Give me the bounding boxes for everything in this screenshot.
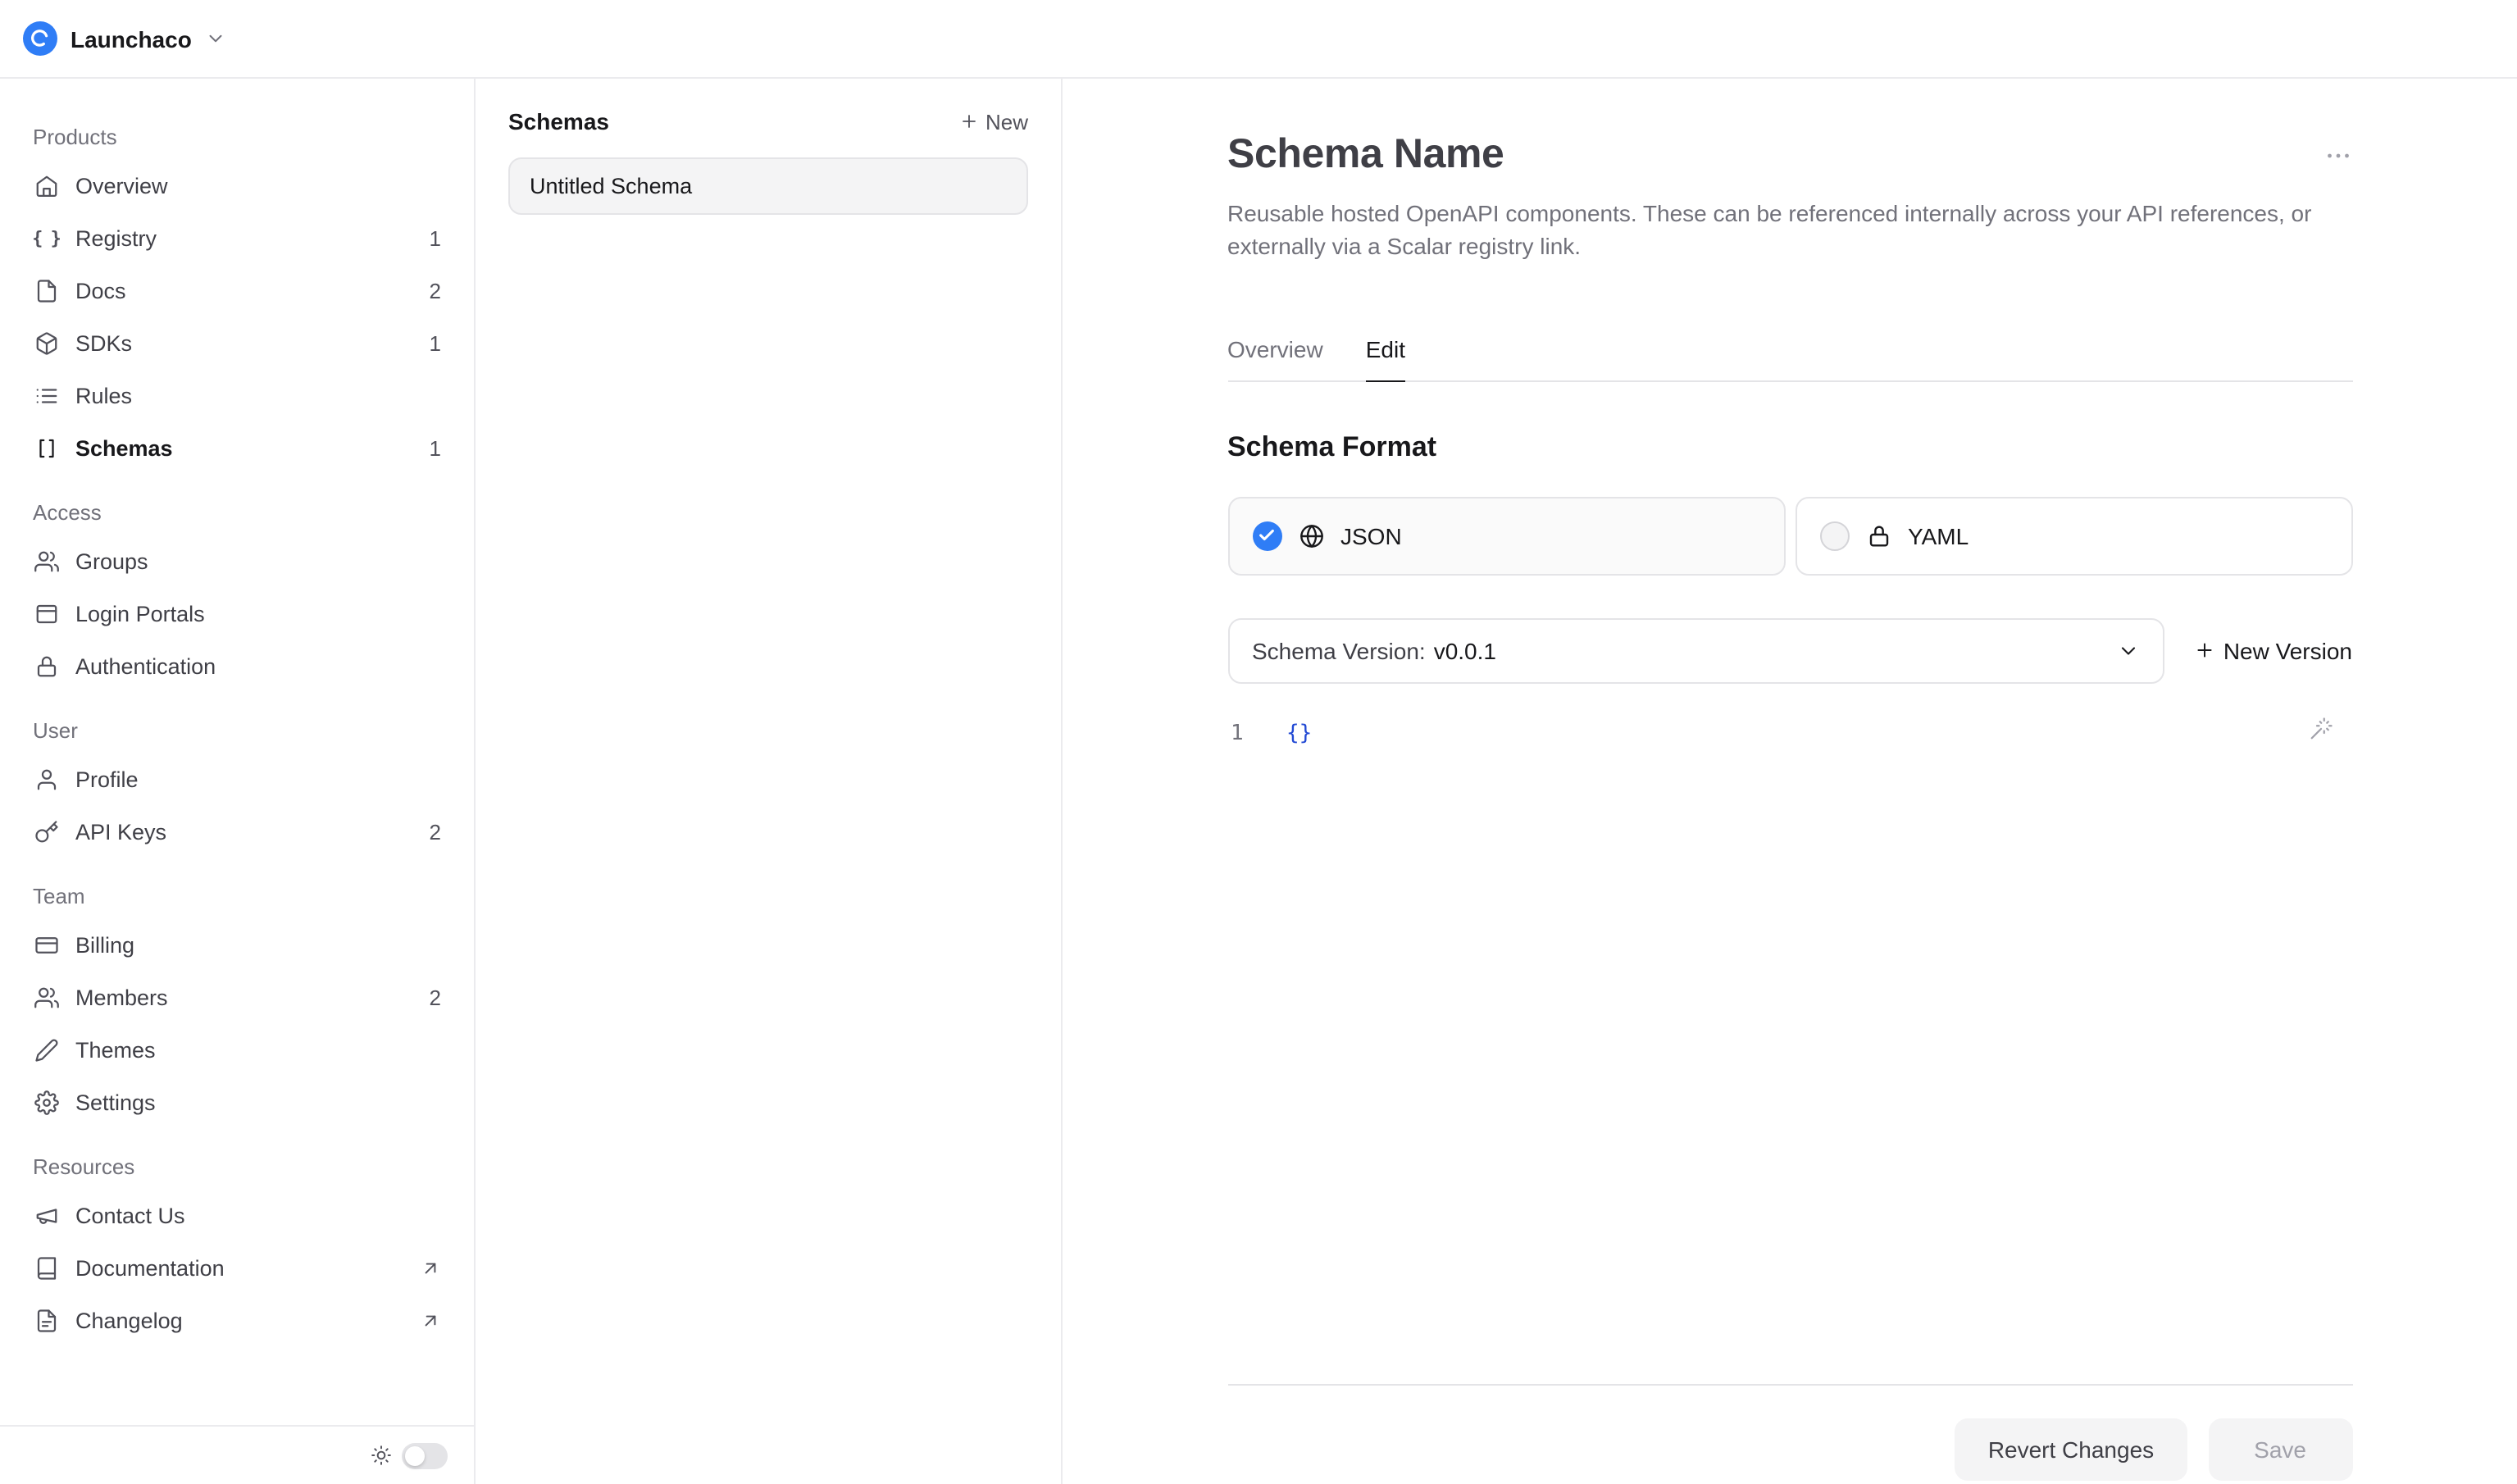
sidebar-item-sdks[interactable]: SDKs 1: [26, 316, 448, 369]
sidebar-nav: Products Overview { } Registry 1: [0, 79, 474, 1425]
window-icon: [33, 600, 59, 626]
sidebar-item-registry[interactable]: { } Registry 1: [26, 212, 448, 264]
page-description: Reusable hosted OpenAPI components. Thes…: [1227, 198, 2326, 264]
document-icon: [33, 277, 59, 303]
save-button[interactable]: Save: [2208, 1418, 2352, 1481]
sidebar-item-groups[interactable]: Groups: [26, 535, 448, 587]
badge-count: 1: [430, 435, 441, 460]
paintbrush-icon: [33, 1036, 59, 1063]
launchaco-logo: [23, 21, 57, 56]
credit-card-icon: [33, 931, 59, 958]
schema-version-select[interactable]: Schema Version: v0.0.1: [1227, 618, 2164, 684]
tab-bar: Overview Edit: [1227, 336, 2352, 382]
schema-format-heading: Schema Format: [1227, 431, 2352, 464]
code-editor[interactable]: 1 {}: [1227, 700, 2352, 1386]
version-row: Schema Version: v0.0.1 New Version: [1227, 618, 2352, 684]
sidebar-item-themes[interactable]: Themes: [26, 1023, 448, 1076]
schema-list-item[interactable]: Untitled Schema: [508, 157, 1028, 215]
workspace-name: Launchaco: [71, 25, 192, 52]
list-icon: [33, 382, 59, 408]
sidebar-item-authentication[interactable]: Authentication: [26, 640, 448, 692]
sidebar-item-api-keys[interactable]: API Keys 2: [26, 805, 448, 858]
section-label-products: Products: [33, 125, 448, 149]
workspace-switcher[interactable]: Launchaco: [23, 21, 226, 56]
sidebar-item-schemas[interactable]: Schemas 1: [26, 421, 448, 474]
sidebar-item-contact-us[interactable]: Contact Us: [26, 1189, 448, 1241]
users-icon: [33, 548, 59, 574]
cube-icon: [33, 330, 59, 356]
file-text-icon: [33, 1307, 59, 1333]
panel-title: Schemas: [508, 108, 609, 134]
revert-changes-button[interactable]: Revert Changes: [1955, 1418, 2187, 1481]
wand-icon: [2308, 717, 2333, 741]
badge-count: 2: [430, 278, 441, 303]
badge-count: 2: [430, 819, 441, 844]
editor-line: 1 {}: [1227, 722, 2352, 746]
tab-overview[interactable]: Overview: [1227, 336, 1323, 382]
sidebar: Products Overview { } Registry 1: [0, 79, 476, 1484]
section-label-resources: Resources: [33, 1154, 448, 1179]
external-link-icon: [420, 1309, 441, 1331]
format-option-json[interactable]: JSON: [1227, 497, 1785, 576]
page-title: Schema Name: [1227, 131, 1504, 179]
sidebar-item-login-portals[interactable]: Login Portals: [26, 587, 448, 640]
badge-count: 2: [430, 985, 441, 1009]
user-icon: [33, 766, 59, 792]
sidebar-item-docs[interactable]: Docs 2: [26, 264, 448, 316]
chevron-down-icon: [205, 28, 226, 49]
users-icon: [33, 984, 59, 1010]
new-schema-button[interactable]: New: [959, 109, 1028, 134]
gear-icon: [33, 1089, 59, 1115]
megaphone-icon: [33, 1202, 59, 1228]
ellipsis-icon: [2323, 141, 2352, 171]
chevron-down-icon: [2117, 640, 2140, 662]
radio-selected-icon: [1252, 521, 1281, 551]
badge-count: 1: [430, 225, 441, 250]
home-icon: [33, 172, 59, 198]
sidebar-footer: [0, 1425, 474, 1484]
more-options-button[interactable]: [2323, 131, 2352, 171]
main-content: Schema Name Reusable hosted OpenAPI comp…: [1063, 79, 2517, 1484]
lock-icon: [33, 653, 59, 679]
format-wand-button[interactable]: [2308, 717, 2333, 741]
sidebar-item-documentation[interactable]: Documentation: [26, 1241, 448, 1294]
external-link-icon: [420, 1257, 441, 1278]
editor-code: {}: [1286, 722, 1312, 746]
action-bar: Revert Changes Save: [1227, 1418, 2352, 1484]
topbar: Launchaco: [0, 0, 2517, 79]
badge-count: 1: [430, 330, 441, 355]
section-label-access: Access: [33, 500, 448, 525]
format-options: JSON YAML: [1227, 497, 2352, 576]
book-icon: [33, 1254, 59, 1281]
tab-edit[interactable]: Edit: [1366, 336, 1405, 382]
brackets-icon: [33, 435, 59, 461]
sidebar-item-profile[interactable]: Profile: [26, 753, 448, 805]
sidebar-item-overview[interactable]: Overview: [26, 159, 448, 212]
section-label-user: User: [33, 718, 448, 743]
new-version-button[interactable]: New Version: [2194, 638, 2352, 664]
format-option-yaml[interactable]: YAML: [1795, 497, 2352, 576]
key-icon: [33, 818, 59, 844]
radio-unselected-icon: [1819, 521, 1849, 551]
globe-icon: [1298, 523, 1324, 549]
section-label-team: Team: [33, 884, 448, 908]
sidebar-item-rules[interactable]: Rules: [26, 369, 448, 421]
line-number: 1: [1231, 722, 1254, 746]
plus-icon: [2194, 640, 2215, 662]
theme-toggle[interactable]: [402, 1442, 448, 1468]
lock-icon: [1865, 523, 1891, 549]
sidebar-item-billing[interactable]: Billing: [26, 918, 448, 971]
braces-icon: { }: [33, 225, 59, 251]
app-window: Launchaco Products Overview { } Registry: [0, 0, 2517, 1484]
sun-icon: [371, 1445, 392, 1466]
plus-icon: [959, 112, 979, 131]
schemas-panel: Schemas New Untitled Schema: [476, 79, 1063, 1484]
sidebar-item-members[interactable]: Members 2: [26, 971, 448, 1023]
sidebar-item-settings[interactable]: Settings: [26, 1076, 448, 1128]
sidebar-item-changelog[interactable]: Changelog: [26, 1294, 448, 1346]
